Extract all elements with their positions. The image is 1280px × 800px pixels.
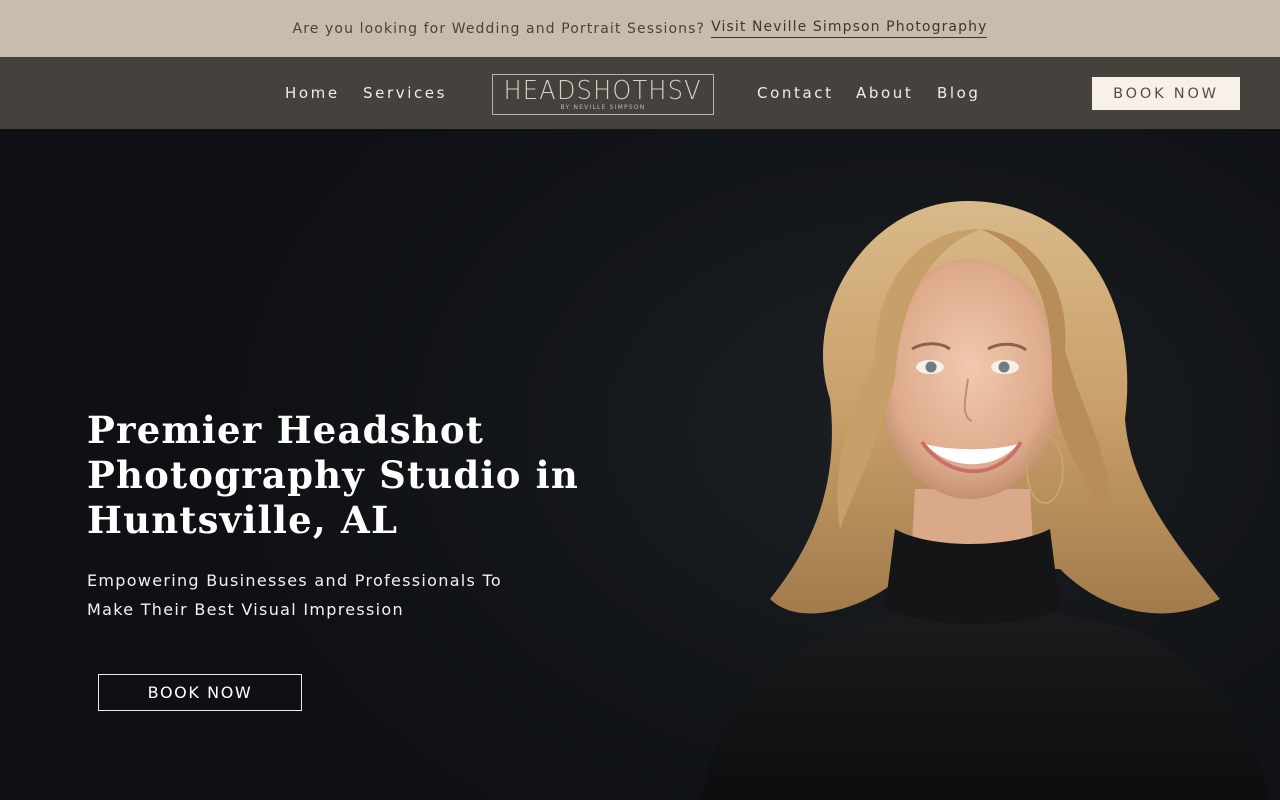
hero-portrait-image [700, 200, 1270, 800]
nav-blog[interactable]: Blog [937, 84, 981, 102]
nav-contact[interactable]: Contact [757, 84, 834, 102]
announcement-text: Are you looking for Wedding and Portrait… [292, 20, 706, 37]
hero-title: Premier Headshot Photography Studio in H… [87, 408, 580, 542]
hero-book-now-button[interactable]: BOOK NOW [98, 674, 302, 711]
nav-services[interactable]: Services [363, 84, 447, 102]
header-book-now-button[interactable]: BOOK NOW [1092, 77, 1240, 110]
hero-subtitle: Empowering Businesses and Professionals … [87, 571, 503, 619]
announcement-link[interactable]: Visit Neville Simpson Photography [711, 19, 988, 38]
announcement-bar: Are you looking for Wedding and Portrait… [0, 0, 1280, 57]
logo-wordmark: HEADSHOTHSV [503, 75, 703, 106]
hero-section: Premier Headshot Photography Studio in H… [0, 129, 1280, 800]
nav-home[interactable]: Home [285, 84, 340, 102]
nav-about[interactable]: About [856, 84, 913, 102]
site-logo[interactable]: HEADSHOTHSV BY NEVILLE SIMPSON [492, 74, 714, 115]
site-header: Home Services HEADSHOTHSV BY NEVILLE SIM… [0, 57, 1280, 129]
